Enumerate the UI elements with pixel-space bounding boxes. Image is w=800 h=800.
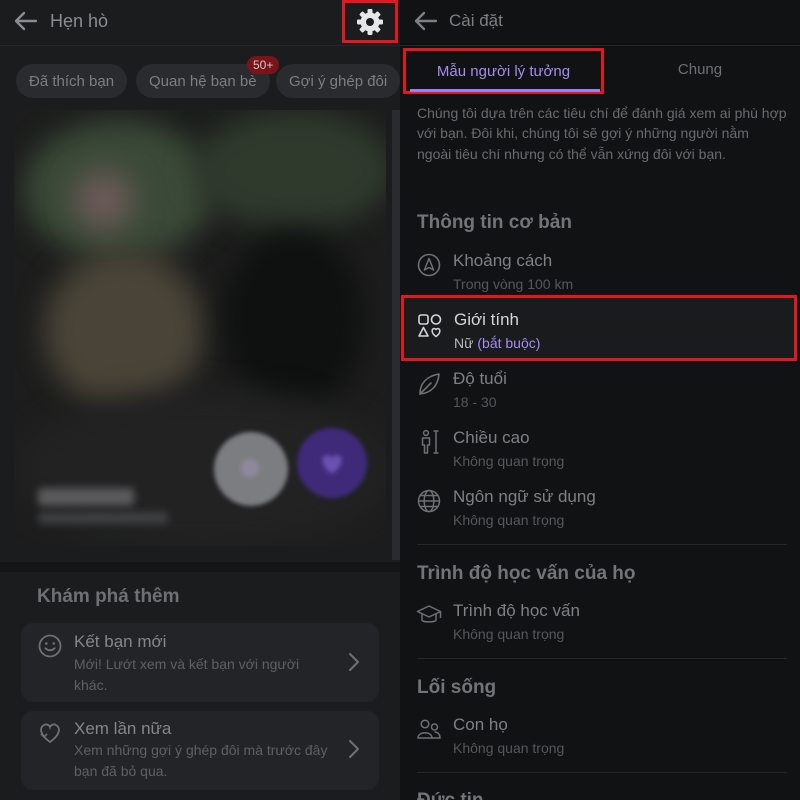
required-label: (bắt buộc) [477, 335, 541, 351]
row-title: Trình độ học vấn [453, 601, 580, 620]
card-title: Kết bạn mới [74, 632, 167, 651]
card-make-friends[interactable]: Kết bạn mới Mới! Lướt xem và kết bạn với… [21, 623, 379, 702]
heart-icon [322, 455, 342, 474]
chip-liked-you[interactable]: Đã thích bạn [16, 64, 128, 98]
row-title: Chiều cao [453, 428, 530, 447]
section-heading-education: Trình độ học vấn của họ [417, 563, 636, 584]
page-title: Hẹn hò [50, 11, 109, 31]
profile-name-blurred [38, 488, 134, 506]
leaf-icon [419, 373, 440, 395]
navigation-icon [417, 253, 441, 277]
chip-label: Quan hệ bạn bè [149, 72, 257, 90]
page-title: Cài đặt [449, 11, 503, 30]
back-arrow-icon[interactable] [12, 9, 40, 33]
row-title: Con họ [453, 715, 508, 734]
height-icon [421, 429, 439, 454]
active-tab-indicator [410, 89, 600, 92]
settings-header: Cài đặt [400, 0, 800, 46]
graduation-cap-icon [416, 605, 442, 623]
card-description: Xem những gợi ý ghép đôi mà trước đây bạ… [74, 742, 328, 779]
card-see-again[interactable]: Xem lần nữa Xem những gợi ý ghép đôi mà … [21, 711, 379, 790]
row-title: Độ tuổi [453, 369, 507, 388]
section-separator [417, 772, 787, 773]
card-description: Mới! Lướt xem và kết bạn với người khác. [74, 656, 300, 693]
row-value: Không quan trọng [453, 740, 565, 756]
section-heading-basic-info: Thông tin cơ bản [417, 212, 572, 233]
globe-icon [417, 489, 441, 513]
chip-label: Gợi ý ghép đôi [289, 72, 388, 90]
card-title: Xem lần nữa [74, 719, 172, 738]
chevron-right-icon [349, 740, 359, 758]
tab-ideal-match[interactable]: Mẫu người lý tưởng [403, 48, 604, 94]
notification-badge: 50+ [247, 56, 280, 74]
profile-photo-card[interactable] [14, 110, 386, 546]
settings-button[interactable] [342, 0, 398, 43]
profile-subtitle-blurred [38, 512, 168, 524]
row-value: Nữ (bắt buộc) [454, 335, 540, 351]
gender-value: Nữ [454, 335, 474, 351]
gear-icon [357, 8, 383, 35]
chip-suggested-matches[interactable]: Gợi ý ghép đôi [276, 64, 400, 98]
row-value: Không quan trọng [453, 453, 565, 469]
heart-refresh-icon [40, 723, 60, 744]
tab-label: Mẫu người lý tưởng [436, 63, 571, 80]
section-separator [417, 544, 787, 545]
chevron-right-icon [349, 653, 359, 671]
filter-chips: Đã thích bạn Quan hệ bạn bè Gợi ý ghép đ… [16, 64, 400, 100]
chip-label: Đã thích bạn [29, 72, 115, 90]
back-arrow-icon[interactable] [412, 9, 440, 33]
row-value: Không quan trọng [453, 626, 565, 642]
dating-header: Hẹn hò [0, 0, 400, 46]
section-heading-lifestyle: Lối sống [417, 677, 497, 698]
row-value: Không quan trọng [453, 512, 565, 528]
row-title: Giới tính [454, 310, 520, 329]
shapes-icon [418, 314, 442, 338]
people-icon [417, 719, 441, 739]
setting-row-gender[interactable]: Giới tính Nữ (bắt buộc) [401, 295, 797, 361]
row-value: 18 - 30 [453, 394, 497, 410]
like-button[interactable] [297, 428, 367, 498]
smiley-icon [38, 634, 62, 658]
row-value: Trong vòng 100 km [453, 276, 574, 292]
settings-panel: Cài đặt Mẫu người lý tưởng Chung Chúng t… [400, 0, 800, 800]
row-title: Khoảng cách [453, 251, 553, 270]
row-title: Ngôn ngữ sử dụng [453, 487, 596, 506]
section-heading-faith: Đức tin [417, 790, 484, 800]
explore-more-heading: Khám phá thêm [37, 586, 180, 607]
section-separator [417, 658, 787, 659]
skip-button[interactable] [214, 432, 288, 506]
section-divider [0, 562, 400, 572]
dating-home-panel: Hẹn hò Đã thích bạn Quan hệ bạn bè Gợi ý… [0, 0, 400, 800]
intro-text: Chúng tôi dựa trên các tiêu chí để đánh … [417, 105, 787, 162]
scrollbar[interactable] [392, 110, 400, 560]
tab-general[interactable]: Chung [650, 61, 750, 78]
